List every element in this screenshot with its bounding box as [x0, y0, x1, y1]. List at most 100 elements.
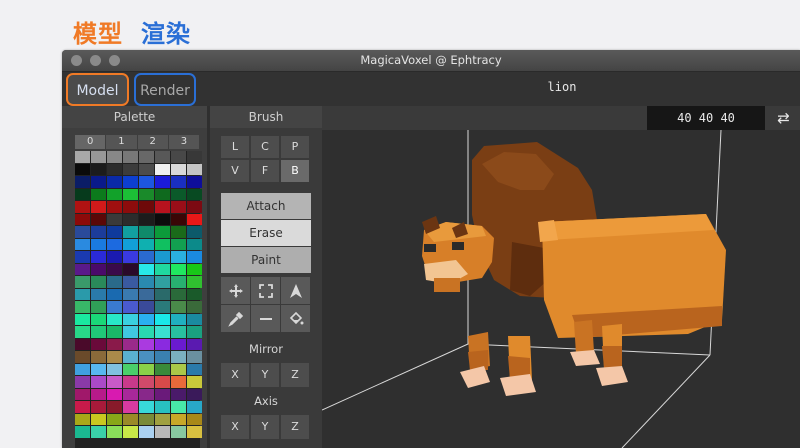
- palette-swatch[interactable]: [187, 238, 202, 250]
- palette-swatch[interactable]: [91, 201, 106, 213]
- palette-swatch[interactable]: [171, 263, 186, 275]
- palette-swatch[interactable]: [75, 363, 90, 375]
- palette-swatch[interactable]: [187, 251, 202, 263]
- palette-swatch[interactable]: [91, 313, 106, 325]
- brush-line-button[interactable]: L: [221, 136, 249, 158]
- palette-swatch[interactable]: [91, 251, 106, 263]
- palette-swatch[interactable]: [139, 226, 154, 238]
- palette-swatch[interactable]: [107, 276, 122, 288]
- palette-swatch[interactable]: [123, 251, 138, 263]
- palette-swatch[interactable]: [139, 413, 154, 425]
- palette-swatch[interactable]: [155, 376, 170, 388]
- palette-swatch[interactable]: [139, 188, 154, 200]
- palette-swatch[interactable]: [171, 213, 186, 225]
- palette-swatch[interactable]: [171, 388, 186, 400]
- palette-swatch[interactable]: [171, 251, 186, 263]
- palette-swatch[interactable]: [107, 351, 122, 363]
- palette-swatch[interactable]: [171, 201, 186, 213]
- palette-swatch[interactable]: [155, 351, 170, 363]
- palette-swatch[interactable]: [155, 401, 170, 413]
- palette-swatch[interactable]: [91, 401, 106, 413]
- palette-swatch[interactable]: [75, 313, 90, 325]
- palette-swatch[interactable]: [139, 338, 154, 350]
- palette-swatch[interactable]: [107, 176, 122, 188]
- palette-swatch[interactable]: [123, 376, 138, 388]
- palette-swatch[interactable]: [171, 313, 186, 325]
- palette-swatch[interactable]: [123, 276, 138, 288]
- palette-swatch[interactable]: [75, 176, 90, 188]
- palette-swatch[interactable]: [123, 363, 138, 375]
- palette-swatch[interactable]: [171, 188, 186, 200]
- paint-button[interactable]: Paint: [221, 247, 311, 273]
- palette-swatch[interactable]: [155, 238, 170, 250]
- volume-size-field[interactable]: 40 40 40: [647, 106, 765, 130]
- palette-swatch[interactable]: [123, 213, 138, 225]
- palette-swatch[interactable]: [155, 313, 170, 325]
- palette-swatch[interactable]: [139, 351, 154, 363]
- palette-swatch[interactable]: [139, 238, 154, 250]
- palette-swatch[interactable]: [91, 376, 106, 388]
- palette-swatch[interactable]: [171, 413, 186, 425]
- color-picker-tool-button[interactable]: [221, 305, 250, 332]
- palette-swatch[interactable]: [107, 151, 122, 163]
- palette-tab-3[interactable]: 3: [168, 135, 199, 149]
- axis-z-button[interactable]: Z: [281, 415, 309, 439]
- palette-swatch[interactable]: [91, 238, 106, 250]
- move-tool-button[interactable]: [221, 277, 250, 304]
- palette-swatch[interactable]: [75, 388, 90, 400]
- mirror-z-button[interactable]: Z: [281, 363, 309, 387]
- palette-swatch[interactable]: [91, 163, 106, 175]
- palette-swatch[interactable]: [155, 176, 170, 188]
- render-mode-button[interactable]: Render: [134, 73, 196, 106]
- palette-swatch[interactable]: [139, 401, 154, 413]
- palette-swatch[interactable]: [75, 426, 90, 438]
- palette-swatch[interactable]: [123, 288, 138, 300]
- palette-swatch[interactable]: [123, 313, 138, 325]
- palette-swatch[interactable]: [107, 413, 122, 425]
- palette-swatch[interactable]: [75, 413, 90, 425]
- palette-swatch[interactable]: [107, 163, 122, 175]
- select-tool-button[interactable]: [251, 277, 280, 304]
- palette-swatch[interactable]: [187, 326, 202, 338]
- palette-swatch[interactable]: [75, 201, 90, 213]
- palette-swatch[interactable]: [123, 301, 138, 313]
- 3d-viewport[interactable]: 40 40 40 ⇄: [322, 106, 800, 448]
- palette-swatch[interactable]: [75, 376, 90, 388]
- palette-swatch[interactable]: [155, 251, 170, 263]
- brush-box-button[interactable]: B: [281, 160, 309, 182]
- palette-swatch[interactable]: [123, 188, 138, 200]
- palette-swatch[interactable]: [155, 201, 170, 213]
- minus-tool-button[interactable]: [251, 305, 280, 332]
- palette-swatch[interactable]: [139, 313, 154, 325]
- palette-swatch[interactable]: [91, 276, 106, 288]
- palette-swatch[interactable]: [123, 176, 138, 188]
- palette-swatch[interactable]: [107, 301, 122, 313]
- palette-swatch[interactable]: [171, 363, 186, 375]
- palette-swatch[interactable]: [155, 388, 170, 400]
- palette-swatch[interactable]: [171, 351, 186, 363]
- palette-swatch[interactable]: [91, 413, 106, 425]
- palette-swatch[interactable]: [107, 226, 122, 238]
- palette-swatch[interactable]: [107, 363, 122, 375]
- palette-swatch[interactable]: [139, 426, 154, 438]
- palette-swatch[interactable]: [187, 188, 202, 200]
- palette-swatch[interactable]: [171, 288, 186, 300]
- palette-swatch[interactable]: [139, 163, 154, 175]
- palette-swatch[interactable]: [75, 238, 90, 250]
- palette-swatch[interactable]: [139, 326, 154, 338]
- palette-swatch[interactable]: [187, 338, 202, 350]
- palette-swatch[interactable]: [91, 363, 106, 375]
- palette-swatch[interactable]: [107, 188, 122, 200]
- palette-swatch[interactable]: [187, 276, 202, 288]
- palette-swatch[interactable]: [75, 188, 90, 200]
- palette-swatch[interactable]: [187, 301, 202, 313]
- palette-swatch[interactable]: [91, 226, 106, 238]
- palette-swatch[interactable]: [107, 388, 122, 400]
- palette-swatch[interactable]: [187, 351, 202, 363]
- palette-swatch[interactable]: [123, 413, 138, 425]
- palette-swatch[interactable]: [139, 201, 154, 213]
- palette-swatch[interactable]: [139, 251, 154, 263]
- palette-swatch[interactable]: [187, 363, 202, 375]
- palette-swatch[interactable]: [123, 401, 138, 413]
- palette-swatch[interactable]: [75, 226, 90, 238]
